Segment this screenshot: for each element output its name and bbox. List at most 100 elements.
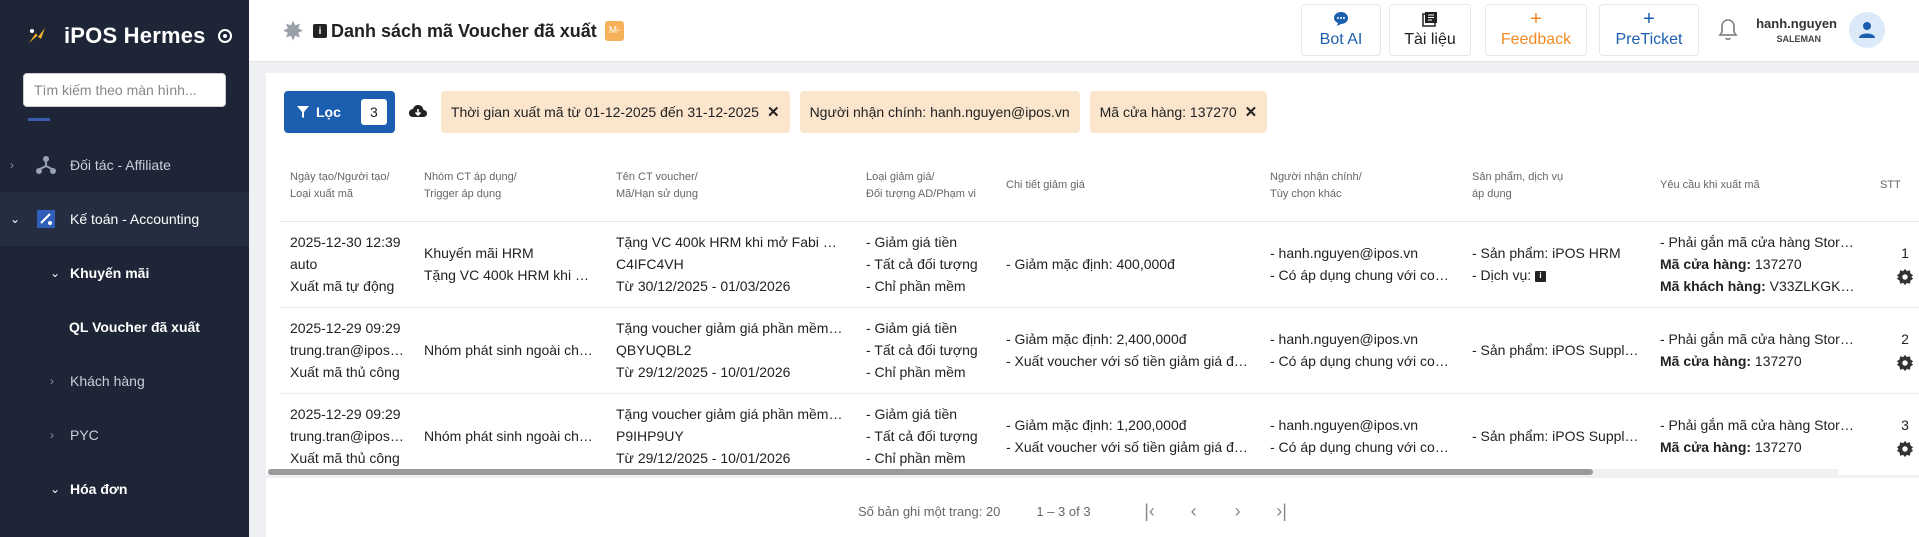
sidebar-item-accounting[interactable]: ⌄ Kế toán - Accounting xyxy=(0,192,249,246)
sidebar-item-label: QL Voucher đã xuất xyxy=(69,319,200,335)
sidebar-nav: › Đối tác - Affiliate ⌄ Kế toán - Accoun… xyxy=(0,138,249,516)
sidebar-item-promotion[interactable]: ⌄ Khuyến mãi xyxy=(0,246,249,300)
col-header-discount-detail[interactable]: Chi tiết giảm giá xyxy=(996,151,1260,222)
col-header-requirements[interactable]: Yêu cầu khi xuất mã xyxy=(1650,151,1870,222)
menu-badge[interactable]: M- xyxy=(604,21,625,41)
user-role: SALEMAN xyxy=(1776,34,1822,44)
preticket-button[interactable]: + PreTicket xyxy=(1599,4,1699,56)
sidebar-item-pyc[interactable]: › PYC xyxy=(0,408,249,462)
close-icon[interactable]: ✕ xyxy=(767,103,780,121)
sidebar-item-label: Kế toán - Accounting xyxy=(70,211,200,227)
network-icon xyxy=(34,153,58,177)
chat-bubble-icon xyxy=(1333,11,1349,29)
sidebar-item-label: PYC xyxy=(70,427,99,443)
row-index: 2 xyxy=(1901,331,1909,347)
avatar[interactable] xyxy=(1849,12,1885,48)
chip-label: Thời gian xuất mã từ 01-12-2025 đến 31-1… xyxy=(450,104,759,120)
table-row[interactable]: 2025-12-30 12:39 auto Xuất mã tự động Khuy… xyxy=(280,221,1919,308)
plus-icon: + xyxy=(1643,8,1655,30)
col-header-products[interactable]: Sản phẩm, dịch vụ áp dụng xyxy=(1462,151,1650,222)
next-page-icon[interactable]: › xyxy=(1227,500,1249,522)
logo-icon xyxy=(24,23,50,49)
cloud-download-icon[interactable] xyxy=(407,101,429,123)
sidebar-item-customer[interactable]: › Khách hàng xyxy=(0,354,249,408)
docs-button[interactable]: Tài liệu xyxy=(1389,4,1471,56)
col-header-recipient[interactable]: Người nhận chính/Tùy chọn khác xyxy=(1260,151,1462,222)
feedback-button[interactable]: + Feedback xyxy=(1485,4,1587,56)
filter-button[interactable]: Lọc 3 xyxy=(284,91,395,133)
chip-label: Mã cửa hàng: 137270 xyxy=(1099,104,1237,120)
close-icon[interactable]: ✕ xyxy=(1245,103,1258,121)
divider xyxy=(28,118,50,121)
gear-icon[interactable] xyxy=(1896,268,1914,286)
filter-chip-recipient: Người nhận chính: hanh.nguyen@ipos.vn xyxy=(799,91,1080,133)
page-range: 1 – 3 of 3 xyxy=(1036,503,1091,519)
table-row[interactable]: 2025-12-29 09:29 trung.tran@ipos.vn Xuất m… xyxy=(280,307,1919,394)
preticket-label: PreTicket xyxy=(1615,31,1683,48)
chevron-down-icon: ⌄ xyxy=(10,212,21,226)
book-icon xyxy=(1422,11,1438,29)
pagination-area: Số bản ghi một trang: 20 1 – 3 of 3 |‹ ‹… xyxy=(266,478,1919,537)
table-header-row: Ngày tạo/Người tạo/Loại xuất mã Nhóm CT … xyxy=(280,151,1919,222)
filter-bar: Lọc 3 Thời gian xuất mã từ 01-12-2025 đế… xyxy=(284,91,1277,133)
chevron-right-icon: › xyxy=(10,158,14,172)
sidebar-item-affiliate[interactable]: › Đối tác - Affiliate xyxy=(0,138,249,192)
accounting-icon xyxy=(34,207,58,231)
chevron-down-icon: ⌄ xyxy=(50,482,61,496)
radio-dot-icon[interactable] xyxy=(217,29,232,43)
row-index: 3 xyxy=(1901,417,1909,433)
col-header-stt[interactable]: STT xyxy=(1870,151,1919,222)
filter-label: Lọc xyxy=(316,104,341,120)
docs-label: Tài liệu xyxy=(1404,31,1456,48)
sidebar-item-label: Khách hàng xyxy=(70,373,145,389)
row-index: 1 xyxy=(1901,245,1909,261)
chevron-right-icon: › xyxy=(50,374,54,388)
page-title-text: Danh sách mã Voucher đã xuất xyxy=(331,20,597,41)
bell-icon[interactable] xyxy=(1717,18,1741,42)
info-icon[interactable]: i xyxy=(313,24,327,38)
user-icon xyxy=(1859,22,1875,38)
last-page-icon[interactable]: ›| xyxy=(1271,500,1293,522)
chevron-down-icon: ⌄ xyxy=(50,266,61,280)
prev-page-icon[interactable]: ‹ xyxy=(1183,500,1205,522)
pagination: Số bản ghi một trang: 20 1 – 3 of 3 |‹ ‹… xyxy=(858,500,1293,522)
sidebar: iPOS Hermes › Đối tác - Affiliate ⌄ Kế t… xyxy=(0,0,249,537)
col-header-voucher[interactable]: Tên CT voucher/Mã/Hạn sử dụng xyxy=(606,151,856,222)
page-title: ✸ i Danh sách mã Voucher đã xuất M- xyxy=(279,17,625,45)
star-badge-icon[interactable]: ✸ xyxy=(279,17,307,45)
app-name: iPOS Hermes xyxy=(64,23,206,48)
voucher-list-card: Lọc 3 Thời gian xuất mã từ 01-12-2025 đế… xyxy=(266,73,1919,475)
feedback-label: Feedback xyxy=(1500,31,1572,48)
filter-chip-store: Mã cửa hàng: 137270 ✕ xyxy=(1089,91,1268,133)
sidebar-item-invoice[interactable]: ⌄ Hóa đơn xyxy=(0,462,249,516)
funnel-icon xyxy=(297,106,309,118)
chevron-right-icon: › xyxy=(50,428,54,442)
horizontal-scrollbar[interactable] xyxy=(268,469,1838,475)
info-icon[interactable]: i xyxy=(1535,270,1547,282)
per-page-label[interactable]: Số bản ghi một trang: 20 xyxy=(858,504,1000,519)
sidebar-item-label: Hóa đơn xyxy=(70,481,128,497)
sidebar-search-input[interactable] xyxy=(23,73,226,107)
first-page-icon[interactable]: |‹ xyxy=(1139,500,1161,522)
col-header-group[interactable]: Nhóm CT áp dụng/Trigger áp dụng xyxy=(414,151,606,222)
filter-count: 3 xyxy=(360,99,387,125)
voucher-table: Ngày tạo/Người tạo/Loại xuất mã Nhóm CT … xyxy=(280,151,1919,475)
chip-label: Người nhận chính: hanh.nguyen@ipos.vn xyxy=(809,104,1070,120)
table-row[interactable]: 2025-12-29 09:29 trung.tran@ipos.vn Xuất m… xyxy=(280,393,1919,475)
gear-icon[interactable] xyxy=(1896,440,1914,458)
filter-chip-date: Thời gian xuất mã từ 01-12-2025 đến 31-1… xyxy=(440,91,790,133)
bot-ai-button[interactable]: Bot AI xyxy=(1301,4,1381,56)
plus-icon: + xyxy=(1530,8,1542,30)
brand: iPOS Hermes xyxy=(0,0,249,72)
user-name: hanh.nguyen xyxy=(1756,16,1837,31)
user-info[interactable]: hanh.nguyen SALEMAN xyxy=(1753,16,1837,44)
sidebar-item-label: Đối tác - Affiliate xyxy=(70,157,171,173)
gear-icon[interactable] xyxy=(1896,354,1914,372)
col-header-created[interactable]: Ngày tạo/Người tạo/Loại xuất mã xyxy=(280,151,414,222)
sidebar-item-voucher-exported[interactable]: QL Voucher đã xuất xyxy=(0,300,249,354)
header: ✸ i Danh sách mã Voucher đã xuất M- Bot … xyxy=(249,0,1919,62)
col-header-discount-type[interactable]: Loại giảm giá/Đối tượng AD/Phạm vi xyxy=(856,151,996,222)
bot-ai-label: Bot AI xyxy=(1319,31,1363,48)
sidebar-item-label: Khuyến mãi xyxy=(70,265,150,281)
scrollbar-thumb[interactable] xyxy=(268,469,1593,475)
